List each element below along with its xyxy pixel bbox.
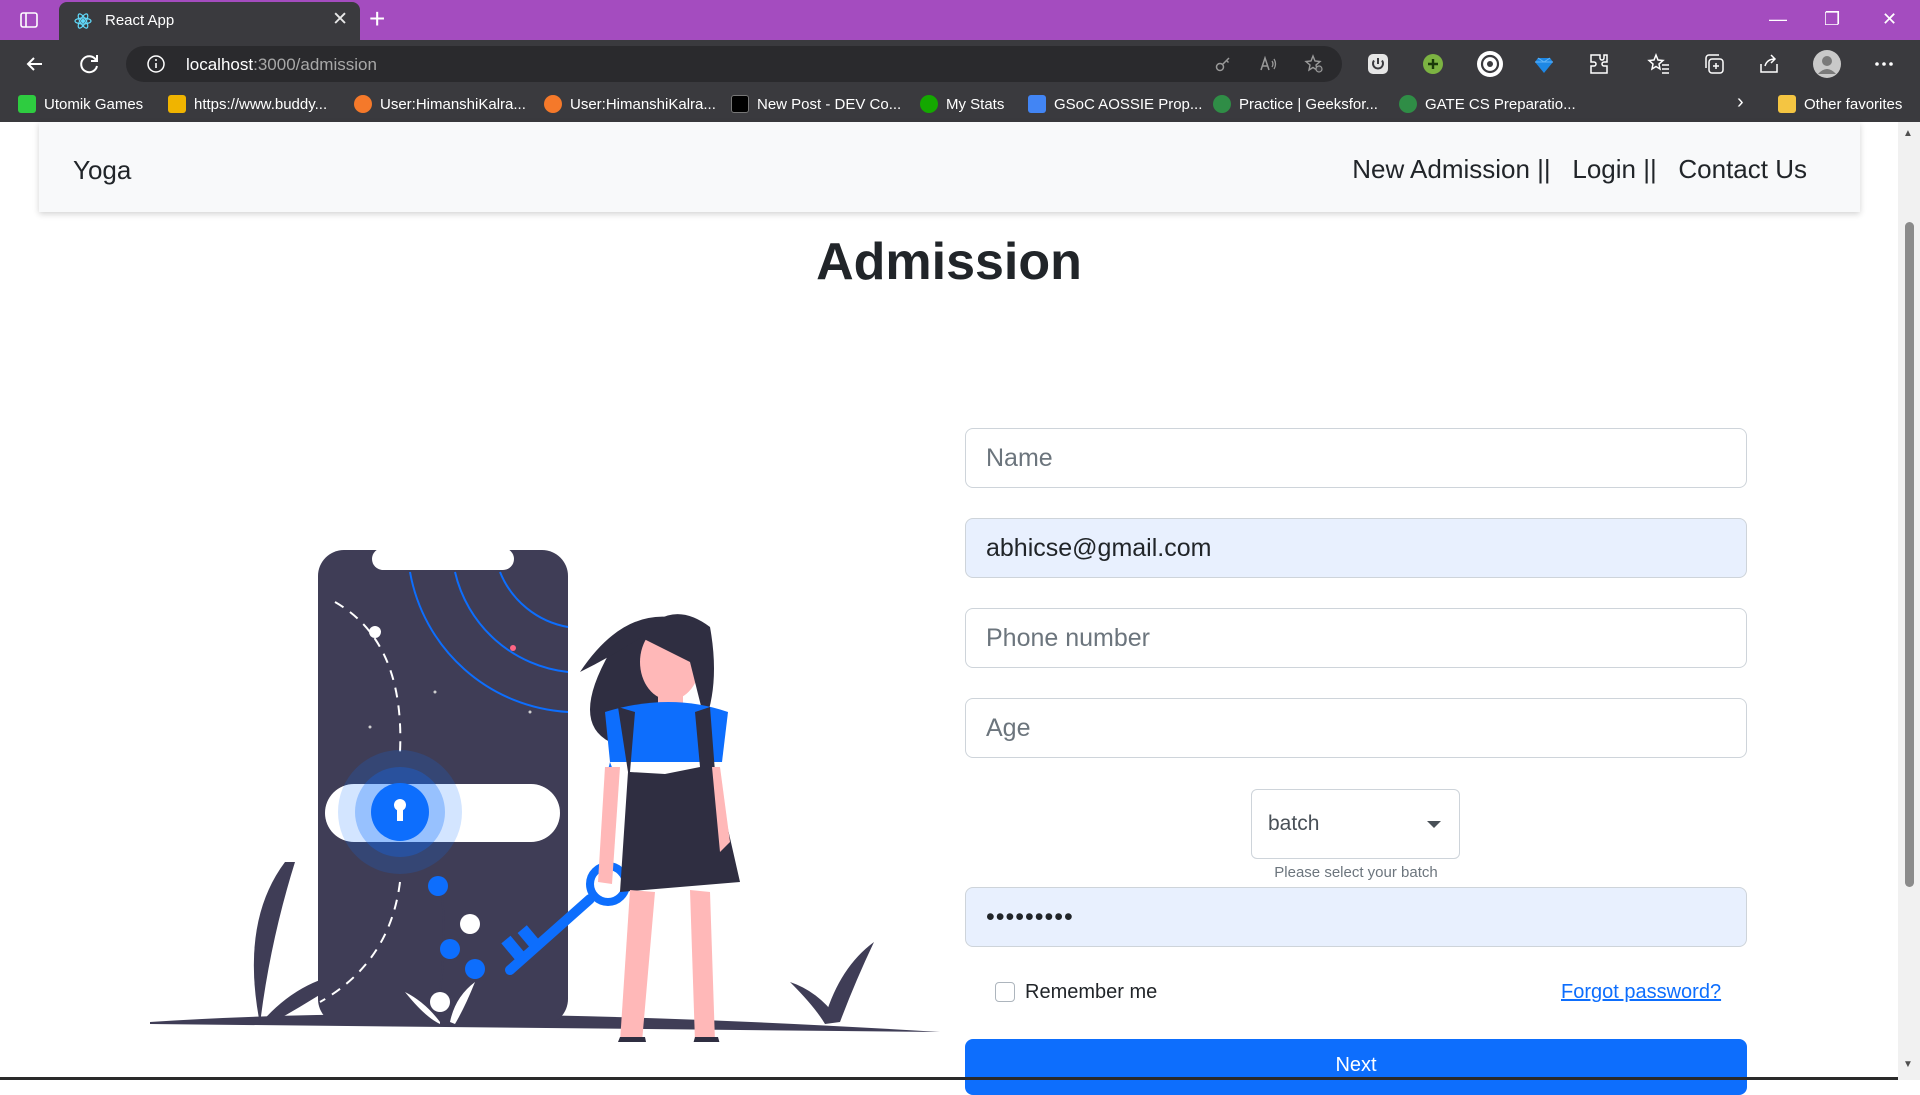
password-input[interactable]: ••••••••• [965, 887, 1747, 947]
buddy-icon [168, 95, 186, 113]
read-aloud-icon[interactable] [1258, 54, 1278, 74]
power-extension-icon[interactable] [1366, 52, 1390, 76]
upwork-icon [920, 95, 938, 113]
next-button[interactable]: Next [965, 1039, 1747, 1095]
key-icon[interactable] [1213, 54, 1233, 74]
page-scrollbar[interactable]: ▲ ▼ [1898, 122, 1920, 1080]
gfg-icon [1399, 95, 1417, 113]
tab-actions-icon[interactable] [19, 10, 39, 30]
navbar-brand[interactable]: Yoga [73, 155, 131, 186]
add-favorite-icon[interactable] [1304, 54, 1324, 74]
circle-extension-icon[interactable] [1476, 50, 1504, 78]
email-input[interactable] [965, 518, 1747, 578]
other-favorites-label: Other favorites [1804, 96, 1903, 113]
url-text[interactable]: localhost:3000/admission [186, 55, 377, 75]
bookmark-label: https://www.buddy... [194, 96, 328, 113]
name-input[interactable] [965, 428, 1747, 488]
batch-select-value: batch [1268, 812, 1320, 835]
remember-me-label[interactable]: Remember me [1025, 981, 1157, 1004]
browser-titlebar: React App ✕ + — ❐ ✕ [0, 0, 1920, 40]
bookmark-label: User:HimanshiKalra... [570, 96, 716, 113]
site-navbar: Yoga New Admission || Login || Contact U… [39, 122, 1860, 212]
back-icon[interactable] [20, 49, 50, 79]
phone-input[interactable] [965, 608, 1747, 668]
gem-extension-icon[interactable] [1532, 52, 1556, 76]
scrollbar-thumb[interactable] [1905, 222, 1914, 887]
bookmark-item[interactable]: GATE CS Preparatio... [1399, 95, 1576, 115]
login-illustration [150, 548, 940, 1042]
navbar-links: New Admission || Login || Contact Us [1352, 154, 1807, 185]
bookmark-label: Practice | Geeksfor... [1239, 96, 1378, 113]
favorites-icon[interactable] [1647, 52, 1671, 76]
age-input[interactable] [965, 698, 1747, 758]
profile-avatar-icon[interactable] [1812, 49, 1842, 79]
bookmark-label: GATE CS Preparatio... [1425, 96, 1576, 113]
bookmark-label: New Post - DEV Co... [757, 96, 902, 113]
browser-toolbar: localhost:3000/admission [0, 40, 1920, 88]
scroll-down-icon[interactable]: ▼ [1903, 1059, 1913, 1070]
tab-title: React App [105, 12, 175, 29]
more-menu-icon[interactable] [1872, 52, 1896, 76]
bookmark-item[interactable]: https://www.buddy... [168, 95, 327, 115]
url-path: :3000/admission [253, 55, 377, 74]
close-window-button[interactable]: ✕ [1882, 8, 1897, 30]
restore-button[interactable]: ❐ [1824, 8, 1840, 30]
page-title: Admission [816, 233, 1082, 291]
folder-icon [1778, 95, 1796, 113]
address-bar[interactable]: localhost:3000/admission [126, 46, 1342, 82]
bookmark-item[interactable]: GSoC AOSSIE Prop... [1028, 95, 1202, 115]
share-icon[interactable] [1757, 52, 1781, 76]
dev-icon [731, 95, 749, 113]
nav-link-login[interactable]: Login || [1572, 154, 1656, 184]
caret-down-icon [1427, 821, 1441, 828]
blender-icon [544, 95, 562, 113]
bookmark-label: Utomik Games [44, 96, 144, 113]
nav-link-new-admission[interactable]: New Admission || [1352, 154, 1550, 184]
bookmarks-bar: Utomik Games https://www.buddy... User:H… [0, 88, 1920, 122]
bookmark-label: GSoC AOSSIE Prop... [1054, 96, 1203, 113]
docs-icon [1028, 95, 1046, 113]
nav-link-contact-us[interactable]: Contact Us [1678, 154, 1807, 184]
tab-close-icon[interactable]: ✕ [332, 9, 348, 31]
remember-me-checkbox[interactable] [995, 982, 1015, 1002]
extensions-icon[interactable] [1587, 52, 1611, 76]
page-viewport: Yoga New Admission || Login || Contact U… [0, 122, 1920, 1095]
bookmark-label: My Stats [946, 96, 1005, 113]
bookmark-item[interactable]: Utomik Games [18, 95, 143, 115]
bookmark-item[interactable]: My Stats [920, 95, 1004, 115]
bookmark-item[interactable]: User:HimanshiKalra... [354, 95, 526, 115]
bookmarks-overflow-icon[interactable]: › [1737, 91, 1744, 113]
blender-icon [354, 95, 372, 113]
utomik-icon [18, 95, 36, 113]
batch-helper-text: Please select your batch [1274, 864, 1438, 881]
add-extension-icon[interactable] [1421, 52, 1445, 76]
browser-tab-active[interactable]: React App ✕ [59, 2, 360, 40]
site-info-icon[interactable] [146, 54, 166, 74]
react-icon [74, 13, 92, 29]
collections-icon[interactable] [1702, 52, 1726, 76]
gfg-icon [1213, 95, 1231, 113]
new-tab-button[interactable]: + [369, 4, 385, 34]
forgot-password-link[interactable]: Forgot password? [1561, 981, 1721, 1004]
bookmark-label: User:HimanshiKalra... [380, 96, 526, 113]
scroll-up-icon[interactable]: ▲ [1903, 128, 1913, 139]
bookmark-item[interactable]: User:HimanshiKalra... [544, 95, 716, 115]
batch-select[interactable]: batch [1251, 789, 1460, 859]
reload-icon[interactable] [75, 49, 105, 79]
bookmark-item[interactable]: New Post - DEV Co... [731, 95, 901, 115]
other-favorites[interactable]: Other favorites [1778, 95, 1902, 115]
url-host: localhost [186, 55, 254, 74]
bookmark-item[interactable]: Practice | Geeksfor... [1213, 95, 1378, 115]
minimize-button[interactable]: — [1769, 8, 1787, 30]
